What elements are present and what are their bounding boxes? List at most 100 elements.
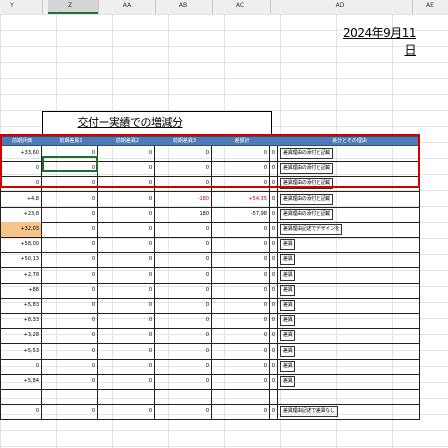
table-cell-comment[interactable]: 差異理由の添付と記載 [278, 161, 420, 178]
table-cell-c[interactable]: 0 [98, 222, 155, 238]
table-cell-comment[interactable] [278, 389, 420, 406]
table-cell-comment[interactable]: 差異 [278, 328, 420, 345]
table-cell-c[interactable]: 0 [98, 343, 155, 360]
table-cell-c[interactable]: 0 [98, 191, 155, 208]
table-cell-f[interactable]: 0 [270, 298, 278, 314]
table-cell-d[interactable]: -180 [155, 191, 212, 208]
table-cell-f[interactable]: 0 [270, 267, 278, 284]
date-cell[interactable]: 2024年9月11日 [340, 24, 416, 57]
table-cell-comment[interactable]: 差異 [278, 343, 420, 360]
table-cell-a[interactable]: +32,03 [0, 222, 42, 238]
table-cell-comment[interactable]: 差異理由の添付と記載 [278, 191, 420, 208]
table-cell-c[interactable]: 0 [98, 176, 155, 193]
table-cell-c[interactable]: 0 [98, 206, 155, 223]
header-cell[interactable]: 前期評価 [1, 137, 43, 146]
table-cell-f[interactable]: 0 [270, 374, 278, 390]
table-cell-b[interactable]: 0 [42, 343, 98, 360]
table-cell-c[interactable]: 0 [98, 298, 155, 314]
table-cell-d[interactable]: 0 [155, 328, 212, 345]
table-cell-d[interactable]: 0 [155, 343, 212, 360]
section-title[interactable]: 交付ー実績での増減分 [70, 114, 190, 134]
table-cell-b[interactable]: 0 [42, 404, 98, 421]
table-cell-comment[interactable]: 差異理由の添付と記載 [278, 146, 420, 162]
table-cell-b[interactable]: 0 [42, 191, 98, 208]
column-letter-ad[interactable]: AD [330, 2, 350, 9]
table-cell-c[interactable]: 0 [98, 404, 155, 421]
table-cell-comment[interactable]: 差異理由の添付と記載 [278, 176, 420, 193]
table-cell-c[interactable]: 0 [98, 252, 155, 269]
column-separator[interactable] [98, 0, 99, 14]
table-cell-a[interactable]: 0 [0, 404, 42, 421]
table-cell-b[interactable]: 0 [42, 358, 98, 375]
table-cell-a[interactable]: +58,00 [0, 237, 42, 254]
table-cell-a[interactable]: +33,60 [0, 146, 42, 162]
table-cell-f[interactable]: 0 [270, 176, 278, 193]
table-cell-c[interactable]: 0 [98, 237, 155, 254]
header-cell[interactable]: 差分とその理由 [279, 137, 420, 146]
header-cell[interactable] [271, 137, 279, 146]
table-cell-b[interactable] [42, 389, 98, 406]
table-cell-e[interactable]: -57,98 [212, 206, 270, 223]
table-cell-e[interactable]: 0 [212, 237, 270, 254]
table-cell-a[interactable]: 0 [0, 176, 42, 193]
table-cell-e[interactable]: 0 [212, 267, 270, 284]
table-cell-f[interactable]: 0 [270, 282, 278, 299]
table-cell-comment[interactable]: 差異 [278, 313, 420, 330]
table-cell-c[interactable]: 0 [98, 282, 155, 299]
table-cell-d[interactable]: 0 [155, 222, 212, 238]
table-cell-e[interactable] [212, 389, 270, 406]
table-cell-d[interactable]: 0 [155, 358, 212, 375]
table-cell-d[interactable]: 0 [155, 282, 212, 299]
table-cell-a[interactable]: 0 [0, 358, 42, 375]
column-letter-ab[interactable]: AB [173, 2, 193, 9]
table-cell-e[interactable]: 0 [212, 298, 270, 314]
table-cell-comment[interactable]: 差異 [278, 374, 420, 390]
table-cell-c[interactable]: 0 [98, 313, 155, 330]
header-cell[interactable]: 前期差異2 [99, 137, 156, 146]
table-cell-a[interactable]: +8,33 [0, 313, 42, 330]
table-cell-d[interactable]: 0 [155, 237, 212, 254]
header-cell[interactable]: 前期差異1 [43, 137, 99, 146]
column-letter-z[interactable]: Z [60, 2, 80, 9]
table-cell-comment[interactable]: 差異理由記述でデザインを [278, 222, 420, 238]
table-cell-d[interactable]: 0 [155, 374, 212, 390]
column-separator[interactable] [42, 0, 43, 14]
table-cell-a[interactable]: +3,28 [0, 328, 42, 345]
column-letter-ac[interactable]: AC [230, 2, 250, 9]
table-cell-b[interactable]: 0 [42, 161, 98, 178]
table-cell-a[interactable]: +88 [0, 282, 42, 299]
table-cell-f[interactable]: 0 [270, 237, 278, 254]
column-separator[interactable] [155, 0, 156, 14]
table-cell-comment[interactable]: 差異 [278, 252, 420, 269]
table-cell-d[interactable]: 0 [155, 267, 212, 284]
table-cell-e[interactable]: 0 [212, 374, 270, 390]
table-cell-c[interactable] [98, 389, 155, 406]
table-cell-b[interactable]: 0 [42, 237, 98, 254]
column-separator[interactable] [212, 0, 213, 14]
table-cell-b[interactable]: 0 [42, 176, 98, 193]
table-cell-b[interactable]: 0 [42, 146, 98, 162]
table-cell-f[interactable]: 0 [270, 313, 278, 330]
table-cell-b[interactable]: 0 [42, 298, 98, 314]
header-cell[interactable]: 差額計 [213, 137, 271, 146]
table-cell-f[interactable]: 0 [270, 343, 278, 360]
table-cell-f[interactable]: 0 [270, 222, 278, 238]
table-cell-b[interactable]: 0 [42, 206, 98, 223]
table-cell-c[interactable]: 0 [98, 267, 155, 284]
table-cell-comment[interactable]: 差異 [278, 267, 420, 284]
table-cell-e[interactable]: 0 [212, 328, 270, 345]
table-cell-a[interactable]: +4,8 [0, 191, 42, 208]
table-cell-f[interactable]: 0 [270, 191, 278, 208]
table-cell-e[interactable]: 0 [212, 176, 270, 193]
table-cell-d[interactable]: 180 [155, 206, 212, 223]
table-cell-e[interactable]: 0 [212, 358, 270, 375]
table-cell-comment[interactable]: 差異理由記述で差異なし [278, 404, 420, 421]
table-cell-e[interactable]: 0 [212, 222, 270, 238]
table-cell-a[interactable]: +23,8 [0, 206, 42, 223]
table-cell-b[interactable]: 0 [42, 252, 98, 269]
table-cell-d[interactable] [155, 389, 212, 406]
table-cell-d[interactable]: 0 [155, 146, 212, 162]
table-cell-f[interactable]: 0 [270, 206, 278, 223]
table-cell-b[interactable]: 0 [42, 313, 98, 330]
table-cell-e[interactable]: 0 [212, 161, 270, 178]
